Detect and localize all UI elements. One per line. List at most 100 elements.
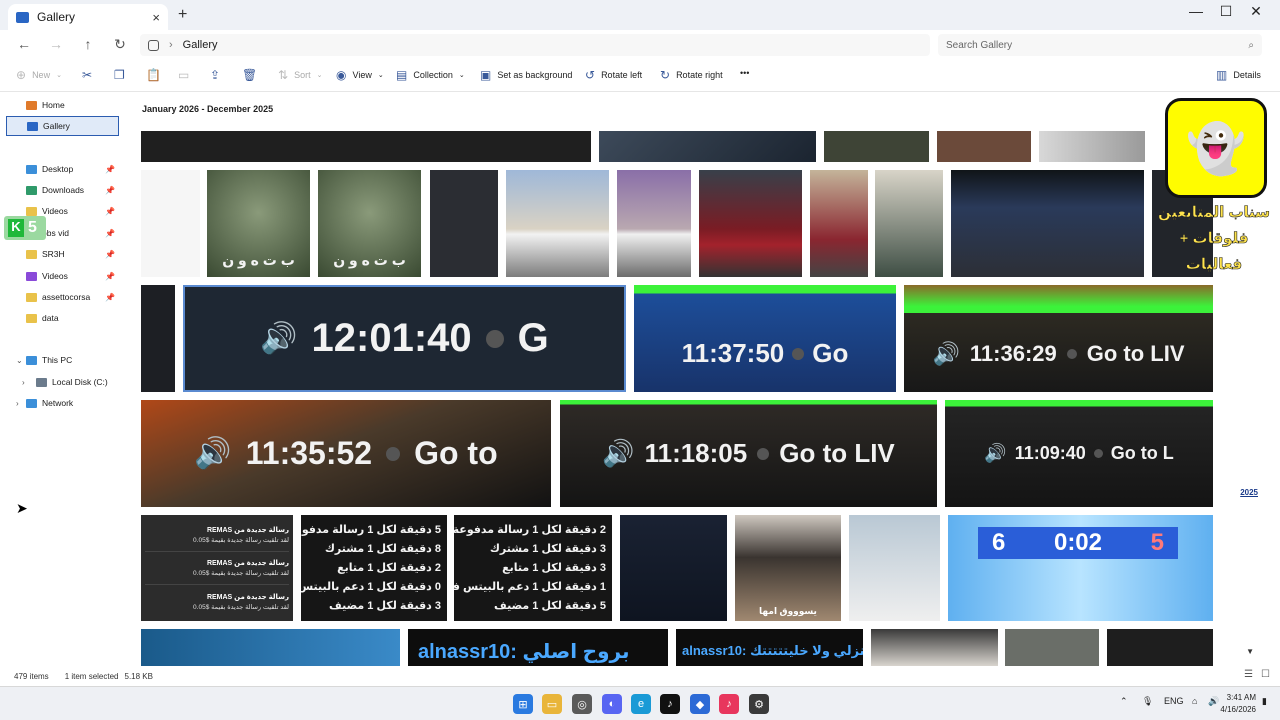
- rename-button[interactable]: ▭: [178, 68, 189, 82]
- new-tab-button[interactable]: +: [178, 6, 187, 24]
- pin-icon: 📌: [105, 206, 115, 216]
- thumbnail[interactable]: [824, 131, 929, 162]
- minimize-button[interactable]: —: [1181, 3, 1211, 19]
- thumbnail-car[interactable]: [617, 170, 691, 277]
- sidebar-item-network[interactable]: › Network: [6, 393, 119, 413]
- thumbnail-rules-list[interactable]: 2 دقيقة لكل 1 رسالة مدفوعة 3 دقيقة لكل 1…: [454, 515, 612, 621]
- thumbnail-car[interactable]: [699, 170, 802, 277]
- thumbnail-timestamp[interactable]: 🔊 11:18:05 Go to LIV: [560, 400, 937, 507]
- thumbnail-banner[interactable]: alnassr10: انزلي ولا خليتتتتتك: [676, 629, 863, 666]
- copy-button[interactable]: ❐: [114, 68, 125, 82]
- forward-button[interactable]: →: [46, 36, 66, 52]
- rule-line: 2 دقيقة لكل 1 رسالة مدفوعة: [454, 524, 606, 536]
- breadcrumb-gallery[interactable]: Gallery: [183, 39, 218, 51]
- clock[interactable]: 3:41 AM 4/16/2026: [1220, 692, 1256, 716]
- rotate-left-button[interactable]: ↺ Rotate left: [585, 68, 642, 82]
- sidebar-item-label: Local Disk (C:): [52, 377, 108, 387]
- paste-button[interactable]: 📋: [146, 68, 161, 82]
- thumbnail-timestamp[interactable]: 11:37:50 Go: [634, 285, 896, 392]
- thumbnail-notifications[interactable]: رسالة جديدة من REMAS لقد تلقيت رسالة جديد…: [141, 515, 293, 621]
- network-icon[interactable]: ⌂: [1192, 696, 1197, 706]
- address-field[interactable]: › Gallery: [140, 34, 930, 56]
- rotate-right-button[interactable]: ↻ Rotate right: [660, 68, 723, 82]
- sidebar-item-sr3h[interactable]: SR3H 📌: [6, 244, 119, 264]
- maximize-button[interactable]: ☐: [1211, 3, 1241, 20]
- thumbnail-timestamp[interactable]: 🔊 11:36:29 Go to LIV: [904, 285, 1213, 392]
- thumbnail-rules-list[interactable]: 5 دقيقة لكل 1 رسالة مدفوعة 8 دقيقة لكل 1…: [301, 515, 447, 621]
- thumbnail[interactable]: [1005, 629, 1099, 666]
- thumbnail-eyes[interactable]: ب ت ه و ن: [318, 170, 421, 277]
- sidebar-item-this-pc[interactable]: ⌄ This PC: [6, 350, 119, 370]
- search-input[interactable]: Search Gallery ⌕: [938, 34, 1262, 56]
- thumbnail[interactable]: [430, 170, 498, 277]
- more-options-button[interactable]: •••: [740, 68, 749, 78]
- up-button[interactable]: ↑: [78, 36, 98, 52]
- details-button[interactable]: ▥ Details: [1216, 68, 1261, 82]
- thumbnail-car[interactable]: [506, 170, 609, 277]
- sidebar-item-assettocorsa[interactable]: assettocorsa 📌: [6, 287, 119, 307]
- thumbnail-timestamp[interactable]: 🔊 11:09:40 Go to L: [945, 400, 1213, 507]
- tiktok-live-icon[interactable]: ♪: [719, 694, 739, 714]
- year-marker[interactable]: 2025: [1240, 488, 1258, 497]
- thumbnail[interactable]: [141, 629, 400, 666]
- sidebar-item-gallery[interactable]: Gallery: [6, 116, 119, 136]
- thumbnail-app[interactable]: [620, 515, 727, 621]
- sidebar-item-data[interactable]: data: [6, 308, 119, 328]
- new-button[interactable]: ⊕ New ⌄: [16, 68, 62, 82]
- chevron-right-icon[interactable]: ›: [22, 378, 25, 387]
- collection-button[interactable]: ▤ Collection ⌄: [396, 68, 465, 82]
- tray-chevron-icon[interactable]: ⌃: [1120, 696, 1128, 707]
- thumbnail-cats[interactable]: يسوووق امها: [735, 515, 841, 621]
- sort-button[interactable]: ⇅ Sort ⌄: [278, 68, 322, 82]
- language-indicator[interactable]: ENG: [1164, 696, 1184, 706]
- tab-close-icon[interactable]: ×: [152, 10, 160, 25]
- thumbnail[interactable]: [1039, 131, 1145, 162]
- thumbnail[interactable]: [141, 285, 175, 392]
- start-icon[interactable]: ⊞: [513, 694, 533, 714]
- sidebar-item-videos-2[interactable]: Videos 📌: [6, 266, 119, 286]
- thumbnail-eyes[interactable]: ب ت ه و ن: [207, 170, 310, 277]
- edge-icon[interactable]: e: [631, 694, 651, 714]
- thumbnail-stream[interactable]: [951, 170, 1144, 277]
- thumbnail-scoreboard[interactable]: 6 0:02 5: [948, 515, 1213, 621]
- details-view-icon[interactable]: ☰: [1244, 669, 1253, 680]
- thumbnail[interactable]: [141, 170, 200, 277]
- back-button[interactable]: ←: [14, 36, 34, 52]
- thumbnail-banner[interactable]: alnassr10: بروح اصلي: [408, 629, 668, 666]
- notification-icon[interactable]: ▮: [1262, 696, 1267, 707]
- thumbnail-timestamp[interactable]: 🔊 11:35:52 Go to: [141, 400, 551, 507]
- obs-icon[interactable]: ◎: [572, 694, 592, 714]
- sidebar-item-downloads[interactable]: Downloads 📌: [6, 180, 119, 200]
- close-button[interactable]: ✕: [1241, 3, 1271, 20]
- thumbnail[interactable]: [937, 131, 1031, 162]
- set-background-button[interactable]: ▣ Set as background: [480, 68, 572, 82]
- scroll-down-icon[interactable]: ▼: [1246, 647, 1254, 656]
- thumbnail[interactable]: [599, 131, 816, 162]
- thumbnail[interactable]: [1107, 629, 1213, 666]
- thumbnail-timestamp-selected[interactable]: 🔊 12:01:40 G: [183, 285, 626, 392]
- chevron-down-icon[interactable]: ⌄: [16, 356, 23, 365]
- thumbnail-person[interactable]: [875, 170, 943, 277]
- microphone-icon[interactable]: 🎙: [1142, 696, 1153, 707]
- file-explorer-icon[interactable]: ▭: [542, 694, 562, 714]
- app-icon[interactable]: ◆: [690, 694, 710, 714]
- steam-icon[interactable]: ⚙: [749, 694, 769, 714]
- cut-button[interactable]: ✂: [82, 68, 92, 82]
- sidebar-item-desktop[interactable]: Desktop 📌: [6, 159, 119, 179]
- tiles-view-icon[interactable]: ☐: [1261, 669, 1270, 680]
- thumbnail-person[interactable]: [849, 515, 940, 621]
- delete-button[interactable]: 🗑: [242, 68, 257, 82]
- sidebar-item-home[interactable]: Home: [6, 95, 119, 115]
- tab-gallery[interactable]: Gallery ×: [8, 4, 168, 30]
- share-button[interactable]: ⇪: [210, 68, 220, 82]
- chevron-right-icon[interactable]: ›: [16, 399, 19, 408]
- discord-icon[interactable]: ◐: [602, 694, 622, 714]
- thumbnail-car[interactable]: [810, 170, 868, 277]
- tiktok-icon[interactable]: ♪: [660, 694, 680, 714]
- thumbnail-person[interactable]: [871, 629, 998, 666]
- thumbnail[interactable]: [141, 131, 591, 162]
- view-button[interactable]: ◉ View ⌄: [336, 68, 384, 82]
- refresh-button[interactable]: ↻: [110, 36, 130, 53]
- sidebar-item-local-disk[interactable]: › Local Disk (C:): [6, 372, 119, 392]
- volume-icon[interactable]: 🔊: [1208, 696, 1219, 707]
